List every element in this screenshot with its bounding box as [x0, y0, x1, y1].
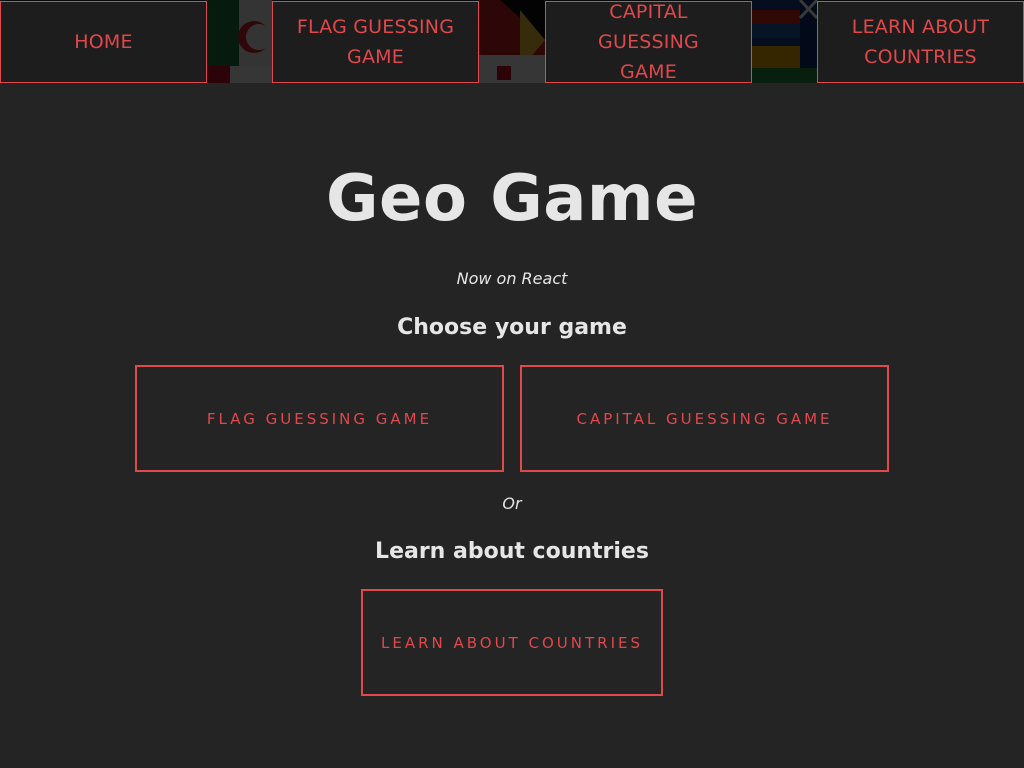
nav-home-button[interactable]: HOME — [0, 1, 207, 83]
learn-about-countries-button[interactable]: LEARN ABOUT COUNTRIES — [361, 589, 663, 696]
top-navbar: HOME FLAG GUESSING GAME CAPITAL GUESSING… — [0, 0, 1024, 83]
nav-home-label: HOME — [74, 31, 133, 53]
nav-capital-label-line1: CAPITAL — [609, 1, 688, 23]
nav-learn-label-line1: LEARN ABOUT — [851, 16, 990, 38]
nav-flag-label-line2: GAME — [347, 46, 404, 68]
main-content: Geo Game Now on React Choose your game F… — [0, 83, 1024, 768]
or-separator: Or — [502, 494, 522, 513]
learn-countries-heading: Learn about countries — [375, 539, 649, 564]
subtitle: Now on React — [456, 269, 568, 288]
nav-learn-label-line2: COUNTRIES — [864, 46, 977, 68]
page-title: Geo Game — [326, 162, 698, 236]
nav-learn-countries-button[interactable]: LEARN ABOUT COUNTRIES — [817, 1, 1024, 83]
capital-guessing-game-button[interactable]: CAPITAL GUESSING GAME — [520, 365, 889, 472]
choose-game-heading: Choose your game — [397, 315, 627, 340]
flag-guessing-game-button[interactable]: FLAG GUESSING GAME — [135, 365, 504, 472]
nav-capital-label-line2: GUESSING — [598, 31, 699, 53]
nav-flag-label-line1: FLAG GUESSING — [296, 16, 455, 38]
nav-flag-game-button[interactable]: FLAG GUESSING GAME — [272, 1, 479, 83]
nav-capital-label-line3: GAME — [620, 61, 677, 83]
nav-capital-game-button[interactable]: CAPITAL GUESSING GAME — [545, 1, 752, 83]
